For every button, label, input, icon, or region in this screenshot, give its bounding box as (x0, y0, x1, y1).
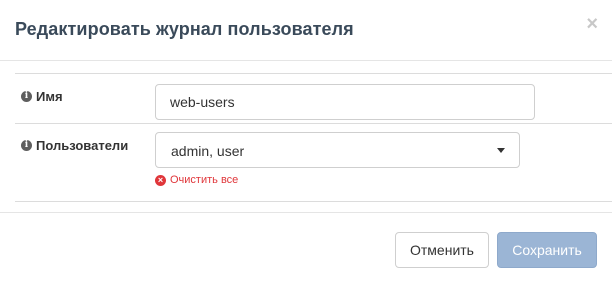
name-label: i Имя (21, 89, 63, 104)
users-row: i Пользователи admin, user × Очистить вс… (15, 124, 612, 201)
close-icon[interactable]: × (586, 14, 598, 34)
users-label-text: Пользователи (36, 138, 129, 153)
clear-all-label: Очистить все (170, 174, 239, 186)
name-input[interactable] (155, 84, 535, 120)
dialog-title: Редактировать журнал пользователя (15, 19, 354, 39)
cancel-button[interactable]: Отменить (395, 232, 489, 268)
form-table: i Имя i Пользователи admin, user × Очист… (15, 73, 612, 202)
users-select[interactable]: admin, user (155, 132, 520, 168)
users-select-value: admin, user (171, 143, 245, 159)
clear-icon: × (155, 174, 166, 186)
save-button[interactable]: Сохранить (497, 232, 597, 268)
dialog-body: i Имя i Пользователи admin, user × Очист… (0, 62, 612, 212)
info-icon: i (21, 140, 32, 151)
dialog-footer: Отменить Сохранить (0, 212, 612, 283)
clear-all-link[interactable]: × Очистить все (155, 174, 238, 186)
edit-user-log-dialog: Редактировать журнал пользователя × i Им… (0, 0, 612, 283)
name-label-text: Имя (36, 89, 63, 104)
info-icon: i (21, 91, 32, 102)
users-label: i Пользователи (21, 138, 128, 153)
dialog-header: Редактировать журнал пользователя × (0, 0, 612, 61)
name-row: i Имя (15, 74, 612, 124)
chevron-down-icon (497, 148, 505, 153)
